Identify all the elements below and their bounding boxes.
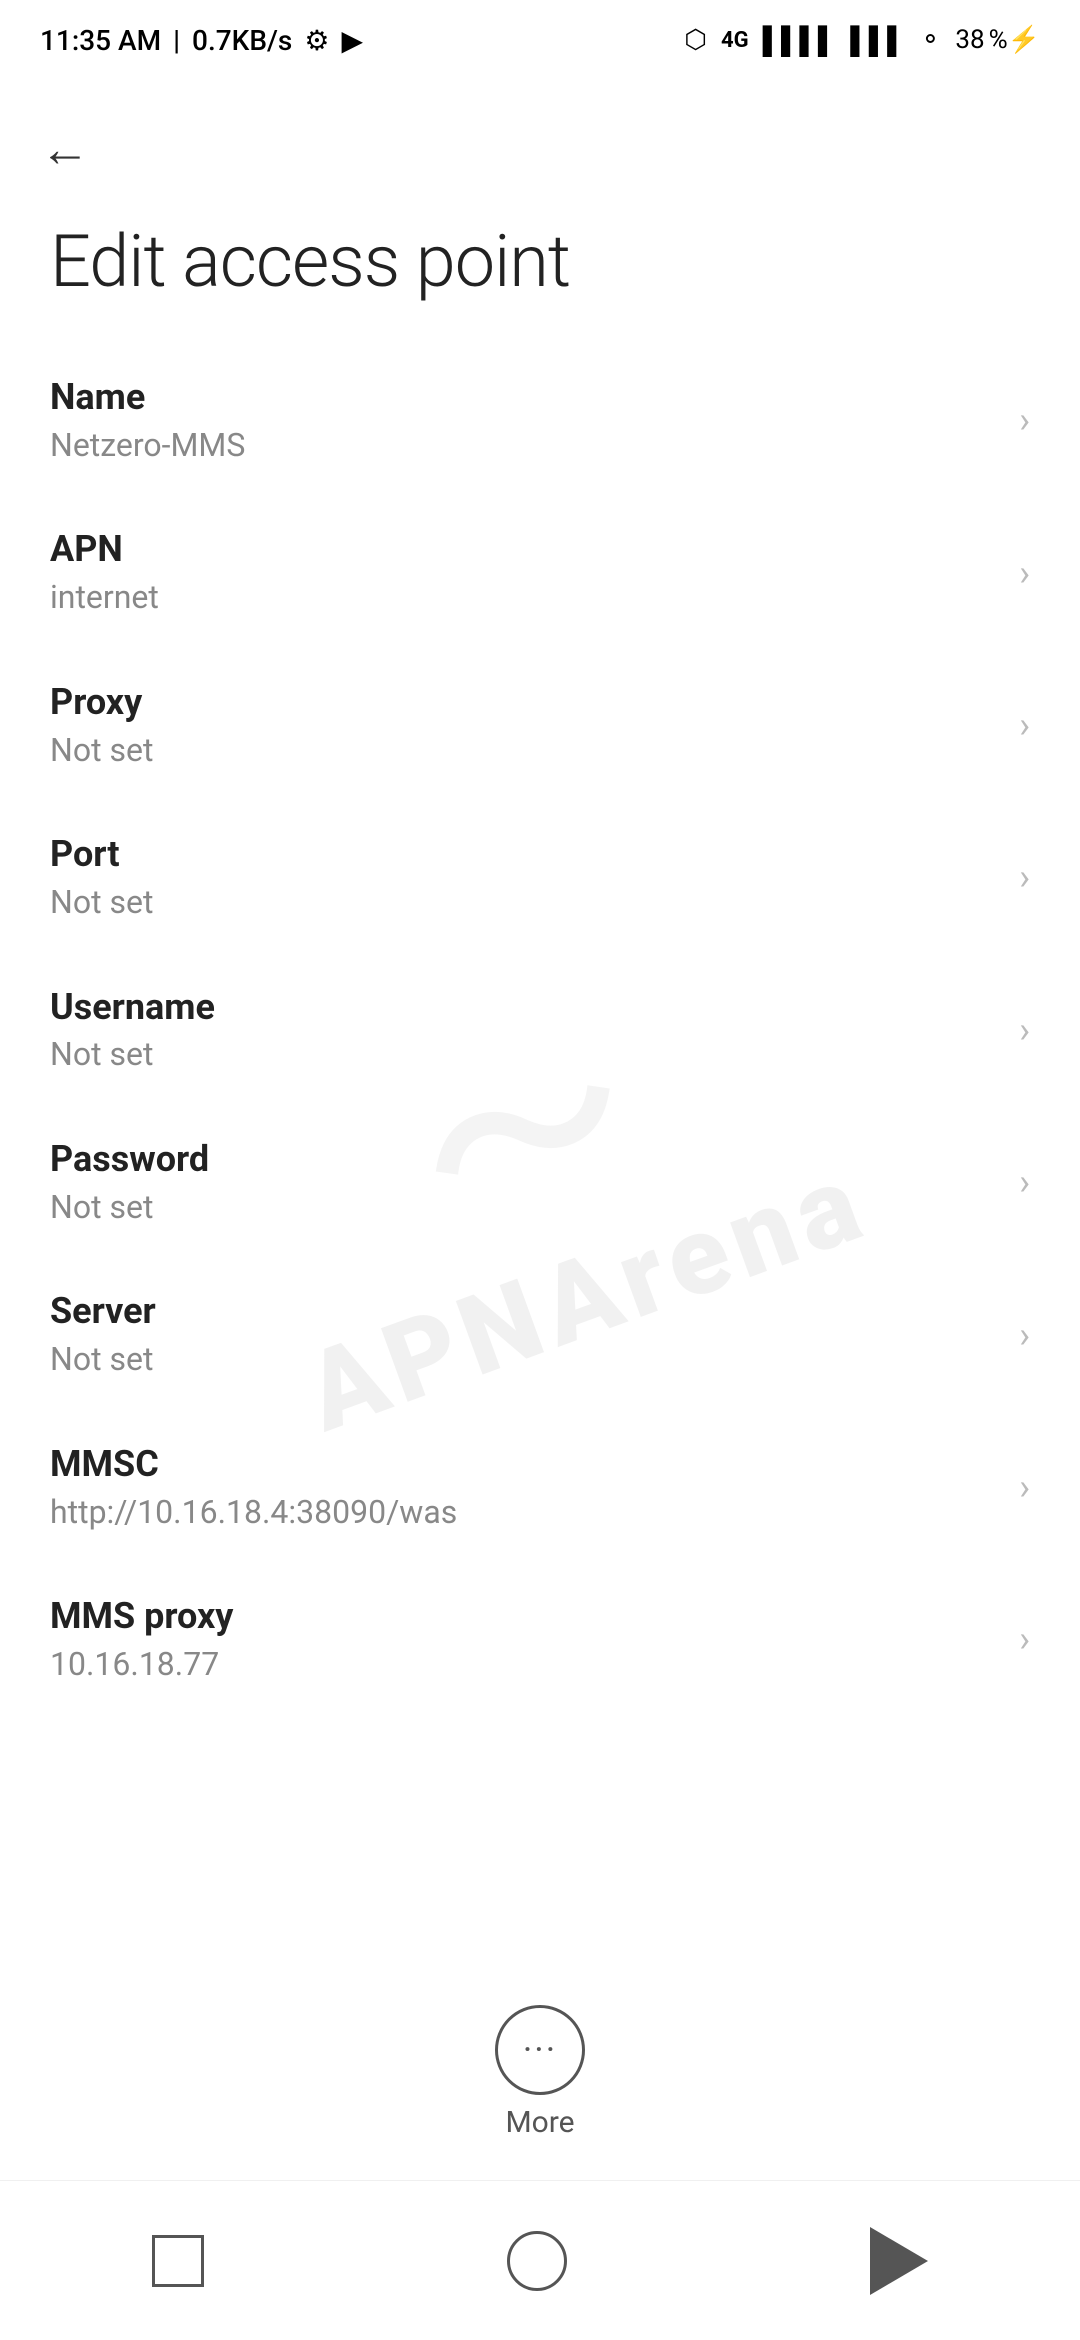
settings-item-name[interactable]: Name Netzero-MMS › <box>0 344 1080 496</box>
battery-icon: %⚡ <box>989 25 1040 55</box>
nav-bar <box>0 2180 1080 2340</box>
settings-item-apn[interactable]: APN internet › <box>0 496 1080 648</box>
settings-label-name: Name <box>50 374 999 421</box>
chevron-icon-proxy: › <box>1019 704 1030 746</box>
battery-indicator: 38 %⚡ <box>955 25 1040 55</box>
settings-value-server: Not set <box>50 1339 999 1381</box>
settings-item-proxy[interactable]: Proxy Not set › <box>0 649 1080 801</box>
back-button-area: ← <box>0 80 1080 199</box>
wifi-icon: ⚬ <box>920 25 942 55</box>
more-dots-icon: ··· <box>523 2029 557 2071</box>
chevron-icon-mmsc: › <box>1019 1466 1030 1508</box>
settings-label-server: Server <box>50 1288 999 1335</box>
time-display: 11:35 AM <box>40 24 161 57</box>
settings-label-password: Password <box>50 1136 999 1183</box>
bluetooth-icon: ⬡ <box>684 25 707 55</box>
settings-list: Name Netzero-MMS › APN internet › Proxy … <box>0 344 1080 1716</box>
back-button[interactable]: ← <box>40 121 90 179</box>
settings-item-content-username: Username Not set <box>50 984 999 1076</box>
signal-bars-2-icon: ▌▌▌ <box>850 25 905 56</box>
settings-value-proxy: Not set <box>50 730 999 772</box>
status-right: ⬡ 4G ▌▌▌▌ ▌▌▌ ⚬ 38 %⚡ <box>684 25 1040 56</box>
settings-label-port: Port <box>50 831 999 878</box>
home-icon <box>507 2231 567 2291</box>
speed-display: | <box>173 24 180 57</box>
nav-back-button[interactable] <box>850 2207 948 2315</box>
chevron-icon-port: › <box>1019 856 1030 898</box>
back-icon <box>870 2227 928 2295</box>
settings-item-server[interactable]: Server Not set › <box>0 1258 1080 1410</box>
status-left: 11:35 AM | 0.7KB/s ⚙ ▶ <box>40 24 363 57</box>
settings-value-username: Not set <box>50 1034 999 1076</box>
settings-item-content-name: Name Netzero-MMS <box>50 374 999 466</box>
signal-bars-icon: ▌▌▌▌ <box>763 25 837 56</box>
settings-value-name: Netzero-MMS <box>50 425 999 467</box>
settings-item-port[interactable]: Port Not set › <box>0 801 1080 953</box>
more-circle-icon: ··· <box>495 2005 585 2095</box>
page-title: Edit access point <box>0 199 1080 344</box>
chevron-icon-mms-proxy: › <box>1019 1618 1030 1660</box>
settings-value-mmsc: http://10.16.18.4:38090/was <box>50 1492 999 1534</box>
nav-home-button[interactable] <box>487 2211 587 2311</box>
settings-item-content-proxy: Proxy Not set <box>50 679 999 771</box>
settings-item-password[interactable]: Password Not set › <box>0 1106 1080 1258</box>
more-label: More <box>505 2105 574 2140</box>
settings-item-content-apn: APN internet <box>50 526 999 618</box>
settings-icon: ⚙ <box>304 24 329 57</box>
settings-item-content-mms-proxy: MMS proxy 10.16.18.77 <box>50 1593 999 1685</box>
status-bar: 11:35 AM | 0.7KB/s ⚙ ▶ ⬡ 4G ▌▌▌▌ ▌▌▌ ⚬ 3… <box>0 0 1080 80</box>
settings-label-proxy: Proxy <box>50 679 999 726</box>
settings-label-mmsc: MMSC <box>50 1441 999 1488</box>
settings-item-mms-proxy[interactable]: MMS proxy 10.16.18.77 › <box>0 1563 1080 1715</box>
video-icon: ▶ <box>341 24 363 57</box>
recent-apps-icon <box>152 2235 204 2287</box>
settings-label-apn: APN <box>50 526 999 573</box>
settings-item-mmsc[interactable]: MMSC http://10.16.18.4:38090/was › <box>0 1411 1080 1563</box>
battery-percent: 38 <box>955 25 984 55</box>
settings-value-password: Not set <box>50 1187 999 1229</box>
settings-item-content-server: Server Not set <box>50 1288 999 1380</box>
settings-value-mms-proxy: 10.16.18.77 <box>50 1644 999 1686</box>
settings-value-apn: internet <box>50 577 999 619</box>
more-button[interactable]: ··· More <box>495 2005 585 2140</box>
settings-item-username[interactable]: Username Not set › <box>0 954 1080 1106</box>
chevron-icon-server: › <box>1019 1314 1030 1356</box>
chevron-icon-password: › <box>1019 1161 1030 1203</box>
data-speed: 0.7KB/s <box>192 24 292 57</box>
settings-label-mms-proxy: MMS proxy <box>50 1593 999 1640</box>
chevron-icon-name: › <box>1019 399 1030 441</box>
chevron-icon-username: › <box>1019 1009 1030 1051</box>
settings-label-username: Username <box>50 984 999 1031</box>
settings-value-port: Not set <box>50 882 999 924</box>
settings-item-content-password: Password Not set <box>50 1136 999 1228</box>
chevron-icon-apn: › <box>1019 552 1030 594</box>
settings-item-content-port: Port Not set <box>50 831 999 923</box>
signal-4g-icon: 4G <box>721 28 749 53</box>
nav-recent-button[interactable] <box>132 2215 224 2307</box>
settings-item-content-mmsc: MMSC http://10.16.18.4:38090/was <box>50 1441 999 1533</box>
